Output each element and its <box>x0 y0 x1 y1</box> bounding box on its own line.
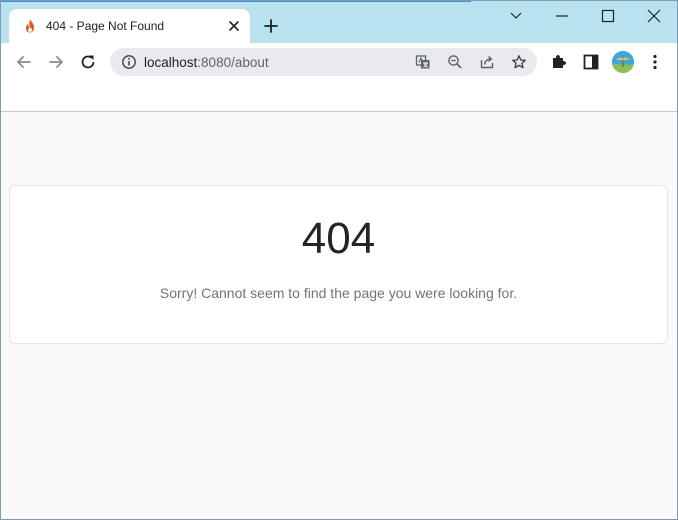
plus-icon[interactable] <box>263 18 279 34</box>
minimize-icon[interactable] <box>552 8 572 24</box>
info-icon[interactable] <box>121 54 137 70</box>
titlebar-accent <box>1 1 471 2</box>
browser-toolbar: localhost:8080/about <box>1 43 677 81</box>
browser-window: 404 - Page Not Found localhost:8080/abou… <box>0 0 678 520</box>
puzzle-icon[interactable] <box>550 53 568 71</box>
toolbar-spacer <box>1 81 677 112</box>
browser-tab[interactable]: 404 - Page Not Found <box>9 9 250 43</box>
translate-icon[interactable] <box>415 54 431 70</box>
back-icon[interactable] <box>15 53 33 71</box>
address-bar[interactable]: localhost:8080/about <box>110 48 537 76</box>
maximize-icon[interactable] <box>598 8 618 24</box>
sidebar-icon[interactable] <box>582 53 600 71</box>
forward-icon[interactable] <box>47 53 65 71</box>
title-bar: 404 - Page Not Found <box>1 1 677 43</box>
fire-icon <box>26 19 34 33</box>
url-text[interactable]: localhost:8080/about <box>144 55 269 70</box>
error-card: 404 Sorry! Cannot seem to find the page … <box>9 185 668 344</box>
url-host: localhost <box>144 55 198 70</box>
page-content: 404 Sorry! Cannot seem to find the page … <box>1 112 677 519</box>
error-message: Sorry! Cannot seem to find the page you … <box>159 285 518 301</box>
kebab-menu-icon[interactable] <box>646 53 664 71</box>
reload-icon[interactable] <box>79 53 97 71</box>
window-close-icon[interactable] <box>644 8 664 24</box>
profile-avatar[interactable] <box>612 51 634 73</box>
url-path: :8080/about <box>197 55 269 70</box>
zoom-out-icon[interactable] <box>447 54 463 70</box>
error-code: 404 <box>301 214 376 263</box>
close-icon[interactable] <box>227 19 241 33</box>
share-icon[interactable] <box>479 54 495 70</box>
tab-title: 404 - Page Not Found <box>46 19 165 33</box>
chevron-down-icon[interactable] <box>506 8 526 24</box>
star-icon[interactable] <box>511 54 527 70</box>
